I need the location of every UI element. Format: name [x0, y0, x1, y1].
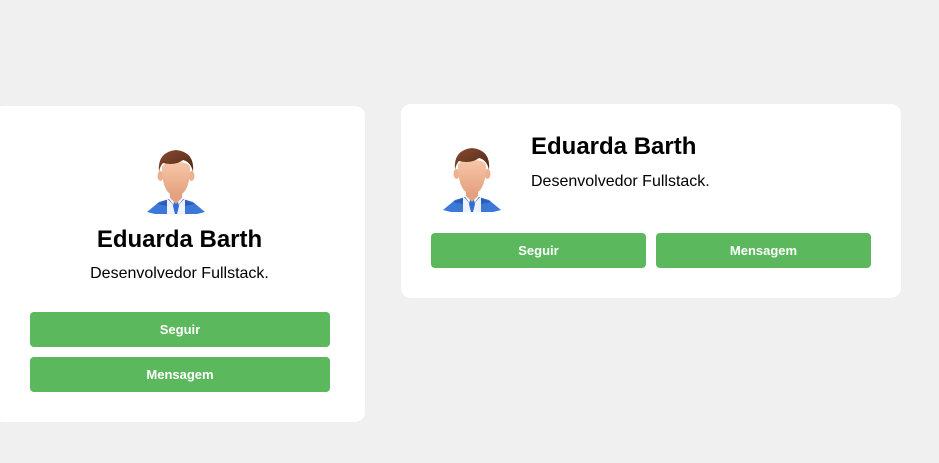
profile-card-horizontal: Eduarda Barth Desenvolvedor Fullstack. S… [401, 104, 901, 298]
message-button[interactable]: Mensagem [656, 233, 871, 268]
follow-button[interactable]: Seguir [431, 233, 646, 268]
message-button[interactable]: Mensagem [30, 357, 330, 392]
follow-button[interactable]: Seguir [30, 312, 330, 347]
profile-card-vertical: Eduarda Barth Desenvolvedor Fullstack. S… [0, 106, 365, 422]
profile-name: Eduarda Barth [531, 133, 697, 160]
profile-role: Desenvolvedor Fullstack. [90, 265, 269, 282]
user-avatar-icon [145, 146, 207, 216]
profile-name: Eduarda Barth [96, 226, 263, 253]
profile-role: Desenvolvedor Fullstack. [531, 173, 710, 190]
user-avatar-icon [441, 144, 503, 214]
